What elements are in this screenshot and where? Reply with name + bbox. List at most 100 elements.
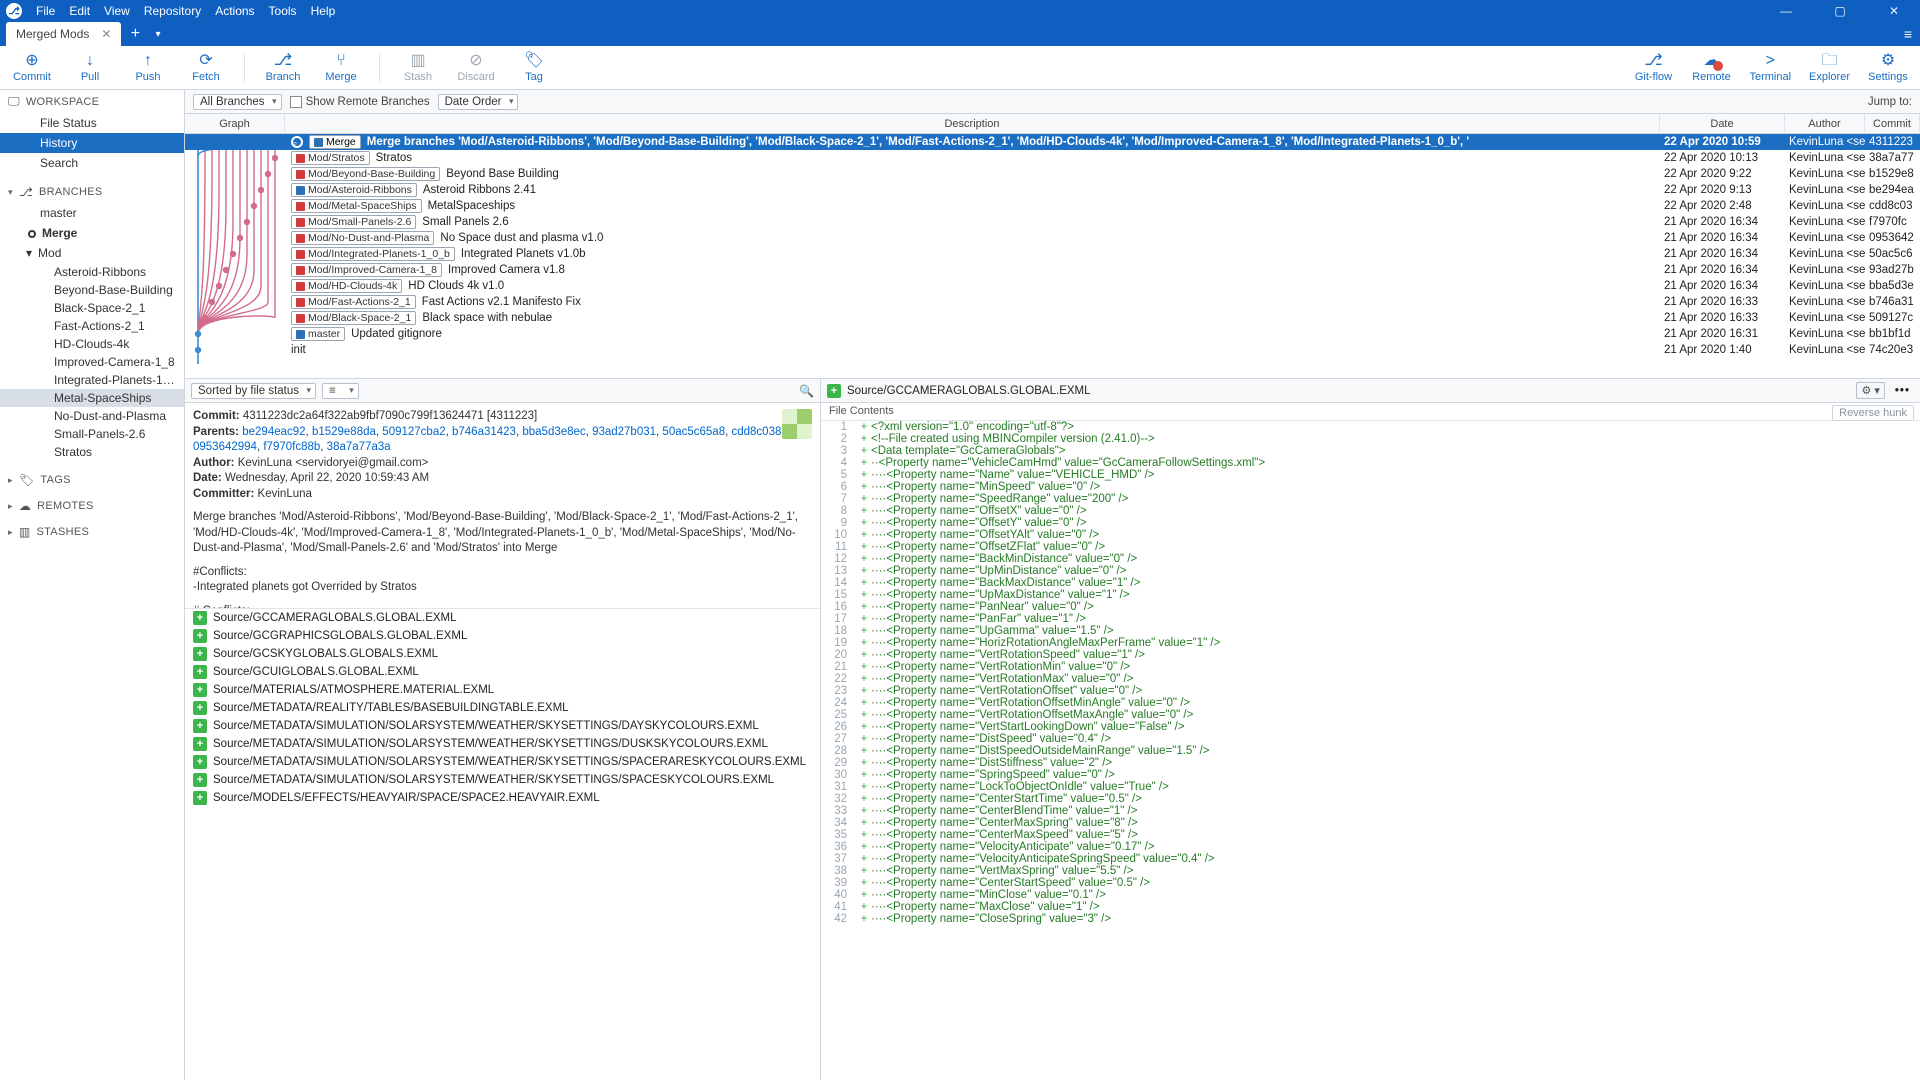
diff-line[interactable]: 19+····<Property name="HorizRotationAngl… — [821, 637, 1920, 649]
parent-hash-link[interactable]: 93ad27b031 — [592, 426, 656, 438]
branch-label[interactable]: Mod/No-Dust-and-Plasma — [291, 231, 434, 245]
diff-line[interactable]: 18+····<Property name="UpGamma" value="1… — [821, 625, 1920, 637]
history-row[interactable]: Mod/Asteroid-RibbonsAsteroid Ribbons 2.4… — [185, 182, 1920, 198]
tool-branch[interactable]: ⎇Branch — [263, 53, 303, 83]
diff-line[interactable]: 5+····<Property name="Name" value="VEHIC… — [821, 469, 1920, 481]
sidebar-section-stashes[interactable]: ▸ ▥ STASHES — [0, 521, 184, 543]
diff-line[interactable]: 13+····<Property name="UpMinDistance" va… — [821, 565, 1920, 577]
jump-to-label[interactable]: Jump to: — [1868, 96, 1912, 108]
parent-hash-link[interactable]: 50ac5c65a8 — [662, 426, 725, 438]
window-maximize[interactable]: ▢ — [1820, 4, 1860, 18]
sidebar-branch-integrated-planets-1_0_b[interactable]: Integrated-Planets-1_0_b — [0, 371, 184, 389]
sidebar-branch-beyond-base-building[interactable]: Beyond-Base-Building — [0, 281, 184, 299]
col-graph[interactable]: Graph — [185, 114, 285, 133]
window-minimize[interactable]: — — [1766, 4, 1806, 18]
sidebar-branch-small-panels-2.6[interactable]: Small-Panels-2.6 — [0, 425, 184, 443]
history-row[interactable]: Mod/No-Dust-and-PlasmaNo Space dust and … — [185, 230, 1920, 246]
branch-label[interactable]: Mod/Stratos — [291, 151, 370, 165]
branch-label[interactable]: Mod/Metal-SpaceShips — [291, 199, 422, 213]
tool-merge[interactable]: ⑂Merge — [321, 53, 361, 83]
diff-line[interactable]: 10+····<Property name="OffsetYAlt" value… — [821, 529, 1920, 541]
diff-line[interactable]: 26+····<Property name="VertStartLookingD… — [821, 721, 1920, 733]
search-icon[interactable]: 🔍 — [799, 384, 814, 398]
history-row[interactable]: Mod/Small-Panels-2.6Small Panels 2.621 A… — [185, 214, 1920, 230]
menu-actions[interactable]: Actions — [215, 4, 254, 18]
tool-push[interactable]: ↑Push — [128, 53, 168, 83]
history-row[interactable]: Mod/Beyond-Base-BuildingBeyond Base Buil… — [185, 166, 1920, 182]
history-list[interactable]: ◦MergeMerge branches 'Mod/Asteroid-Ribbo… — [185, 134, 1920, 379]
branch-filter-combo[interactable]: All Branches — [193, 94, 282, 110]
tool-explorer[interactable]: 🗀Explorer — [1809, 53, 1850, 83]
tool-git-flow[interactable]: ⎇Git-flow — [1633, 53, 1673, 83]
diff-line[interactable]: 40+····<Property name="MinClose" value="… — [821, 889, 1920, 901]
diff-line[interactable]: 4+··<Property name="VehicleCamHmd" value… — [821, 457, 1920, 469]
diff-line[interactable]: 14+····<Property name="BackMaxDistance" … — [821, 577, 1920, 589]
history-row[interactable]: Mod/Improved-Camera-1_8Improved Camera v… — [185, 262, 1920, 278]
history-row[interactable]: Mod/Metal-SpaceShipsMetalSpaceships22 Ap… — [185, 198, 1920, 214]
diff-line[interactable]: 8+····<Property name="OffsetX" value="0"… — [821, 505, 1920, 517]
changed-file-row[interactable]: +Source/GCUIGLOBALS.GLOBAL.EXML — [185, 663, 820, 681]
sidebar-branch-hd-clouds-4k[interactable]: HD-Clouds-4k — [0, 335, 184, 353]
diff-settings-button[interactable]: ⚙ ▾ — [1856, 382, 1884, 399]
tool-pull[interactable]: ↓Pull — [70, 53, 110, 83]
window-close[interactable]: ✕ — [1874, 4, 1914, 18]
changed-file-row[interactable]: +Source/METADATA/SIMULATION/SOLARSYSTEM/… — [185, 771, 820, 789]
tool-settings[interactable]: ⚙Settings — [1868, 53, 1908, 83]
diff-line[interactable]: 29+····<Property name="DistStiffness" va… — [821, 757, 1920, 769]
close-tab-icon[interactable]: ✕ — [101, 27, 111, 41]
tool-tag[interactable]: 🏷Tag — [514, 53, 554, 83]
diff-line[interactable]: 32+····<Property name="CenterStartTime" … — [821, 793, 1920, 805]
diff-line[interactable]: 30+····<Property name="SpringSpeed" valu… — [821, 769, 1920, 781]
history-row[interactable]: Mod/Black-Space-2_1Black space with nebu… — [185, 310, 1920, 326]
diff-line[interactable]: 34+····<Property name="CenterMaxSpring" … — [821, 817, 1920, 829]
parent-hash-link[interactable]: f7970fc88b — [263, 441, 320, 453]
sidebar-branch-merge[interactable]: Merge — [0, 223, 184, 243]
file-sort-combo[interactable]: Sorted by file status — [191, 383, 316, 399]
diff-line[interactable]: 36+····<Property name="VelocityAnticipat… — [821, 841, 1920, 853]
tool-stash[interactable]: ▥Stash — [398, 53, 438, 83]
sidebar-section-tags[interactable]: ▸ 🏷 TAGS — [0, 469, 184, 491]
reverse-hunk-button[interactable]: Reverse hunk — [1832, 405, 1914, 421]
menu-help[interactable]: Help — [311, 4, 336, 18]
diff-line[interactable]: 33+····<Property name="CenterBlendTime" … — [821, 805, 1920, 817]
diff-line[interactable]: 12+····<Property name="BackMinDistance" … — [821, 553, 1920, 565]
changed-files-list[interactable]: +Source/GCCAMERAGLOBALS.GLOBAL.EXML+Sour… — [185, 608, 820, 1080]
diff-line[interactable]: 41+····<Property name="MaxClose" value="… — [821, 901, 1920, 913]
sidebar-branch-stratos[interactable]: Stratos — [0, 443, 184, 461]
diff-line[interactable]: 22+····<Property name="VertRotationMax" … — [821, 673, 1920, 685]
hamburger-menu-icon[interactable]: ≡ — [1904, 26, 1912, 42]
diff-line[interactable]: 6+····<Property name="MinSpeed" value="0… — [821, 481, 1920, 493]
tool-discard[interactable]: ⊘Discard — [456, 53, 496, 83]
diff-line[interactable]: 25+····<Property name="VertRotationOffse… — [821, 709, 1920, 721]
changed-file-row[interactable]: +Source/MATERIALS/ATMOSPHERE.MATERIAL.EX… — [185, 681, 820, 699]
order-combo[interactable]: Date Order — [438, 94, 519, 110]
diff-line[interactable]: 7+····<Property name="SpeedRange" value=… — [821, 493, 1920, 505]
tool-remote[interactable]: ☁Remote — [1691, 53, 1731, 83]
tab-menu-caret-icon[interactable]: ▾ — [149, 22, 166, 46]
diff-line[interactable]: 31+····<Property name="LockToObjectOnIdl… — [821, 781, 1920, 793]
file-view-combo[interactable]: ≡ — [322, 383, 359, 399]
history-row[interactable]: init21 Apr 2020 1:40KevinLuna <servid74c… — [185, 342, 1920, 358]
menu-view[interactable]: View — [104, 4, 130, 18]
branch-label[interactable]: Merge — [309, 135, 361, 149]
parent-hash-link[interactable]: 509127cba2 — [382, 426, 445, 438]
parent-hash-link[interactable]: 0953642994 — [193, 441, 257, 453]
diff-line[interactable]: 21+····<Property name="VertRotationMin" … — [821, 661, 1920, 673]
diff-line[interactable]: 23+····<Property name="VertRotationOffse… — [821, 685, 1920, 697]
parent-hash-link[interactable]: b1529e88da — [312, 426, 376, 438]
history-row[interactable]: Mod/HD-Clouds-4kHD Clouds 4k v1.021 Apr … — [185, 278, 1920, 294]
sidebar-branch-asteroid-ribbons[interactable]: Asteroid-Ribbons — [0, 263, 184, 281]
branch-label[interactable]: Mod/HD-Clouds-4k — [291, 279, 402, 293]
diff-line[interactable]: 27+····<Property name="DistSpeed" value=… — [821, 733, 1920, 745]
show-remote-checkbox[interactable]: Show Remote Branches — [290, 96, 430, 108]
diff-line[interactable]: 37+····<Property name="VelocityAnticipat… — [821, 853, 1920, 865]
col-commit[interactable]: Commit — [1865, 114, 1920, 133]
diff-line[interactable]: 35+····<Property name="CenterMaxSpeed" v… — [821, 829, 1920, 841]
history-row[interactable]: Mod/Fast-Actions-2_1Fast Actions v2.1 Ma… — [185, 294, 1920, 310]
sidebar-branch-master[interactable]: master — [0, 203, 184, 223]
sidebar-branch-fast-actions-2_1[interactable]: Fast-Actions-2_1 — [0, 317, 184, 335]
col-date[interactable]: Date — [1660, 114, 1785, 133]
branch-label[interactable]: Mod/Fast-Actions-2_1 — [291, 295, 416, 309]
branch-label[interactable]: Mod/Asteroid-Ribbons — [291, 183, 417, 197]
diff-line[interactable]: 1+<?xml version="1.0" encoding="utf-8"?> — [821, 421, 1920, 433]
